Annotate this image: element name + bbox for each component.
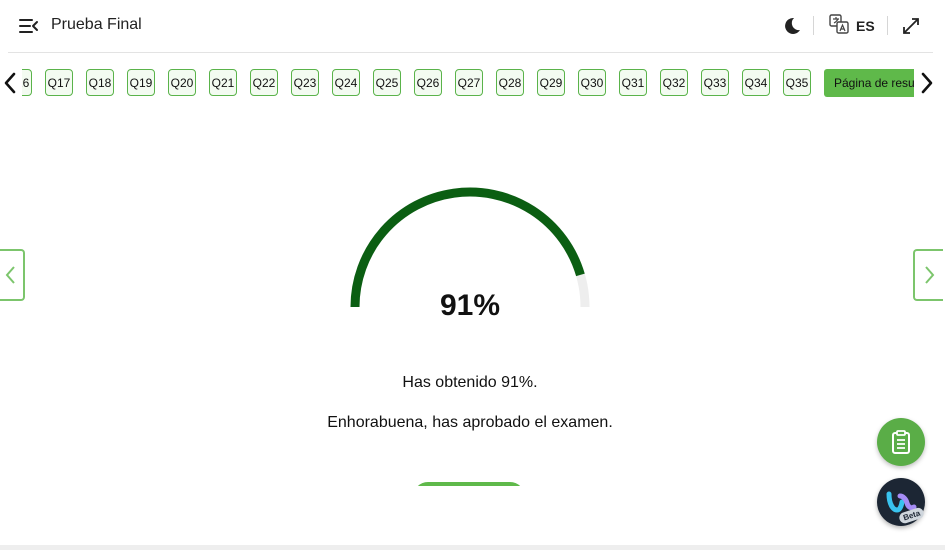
question-chip[interactable]: Q18 bbox=[86, 69, 114, 96]
menu-collapse-icon[interactable] bbox=[18, 14, 40, 38]
language-selector[interactable]: ES bbox=[828, 13, 875, 40]
score-message: Has obtenido 91%. bbox=[402, 374, 538, 391]
question-chip[interactable]: Q16 bbox=[22, 69, 32, 96]
expand-icon[interactable] bbox=[900, 15, 922, 37]
question-chip[interactable]: Q27 bbox=[455, 69, 483, 96]
question-chip[interactable]: Q33 bbox=[701, 69, 729, 96]
page-title: Prueba Final bbox=[51, 16, 142, 33]
question-chip[interactable]: Q32 bbox=[660, 69, 688, 96]
question-chip[interactable]: Q31 bbox=[619, 69, 647, 96]
chevron-right-icon bbox=[925, 266, 935, 284]
content-fade bbox=[400, 486, 540, 546]
question-chip[interactable]: Q24 bbox=[332, 69, 360, 96]
question-chip[interactable]: Q22 bbox=[250, 69, 278, 96]
top-header: Prueba Final ES bbox=[0, 0, 945, 52]
next-page-button[interactable] bbox=[913, 249, 943, 301]
question-nav-list: Q16 Q17 Q18 Q19 Q20 Q21 Q22 Q23 Q24 Q25 Q26 Q27 Q28 Q… bbox=[22, 69, 914, 97]
question-chip[interactable]: Q21 bbox=[209, 69, 237, 96]
qnav-prev-icon[interactable] bbox=[2, 70, 20, 96]
question-chip[interactable]: Q30 bbox=[578, 69, 606, 96]
question-chip[interactable]: Q34 bbox=[742, 69, 770, 96]
clipboard-button[interactable] bbox=[877, 418, 925, 466]
question-chip[interactable]: Q19 bbox=[127, 69, 155, 96]
header-separator bbox=[887, 16, 888, 35]
question-chip[interactable]: Q23 bbox=[291, 69, 319, 96]
question-chip[interactable]: Q26 bbox=[414, 69, 442, 96]
question-chip[interactable]: Q35 bbox=[783, 69, 811, 96]
question-chip[interactable]: Q25 bbox=[373, 69, 401, 96]
clipboard-icon bbox=[892, 430, 910, 454]
language-code: ES bbox=[856, 18, 875, 34]
assistant-button[interactable]: Beta bbox=[877, 478, 926, 526]
question-chip[interactable]: Q28 bbox=[496, 69, 524, 96]
header-separator bbox=[813, 16, 814, 35]
moon-icon[interactable] bbox=[780, 15, 802, 37]
bottom-border bbox=[0, 545, 945, 550]
pass-message: Enhorabuena, has aprobado el examen. bbox=[327, 414, 613, 431]
results-page-button[interactable]: Página de resultados bbox=[824, 69, 914, 97]
chevron-left-icon bbox=[5, 266, 15, 284]
question-chip[interactable]: Q29 bbox=[537, 69, 565, 96]
translate-icon bbox=[828, 13, 850, 40]
question-chip[interactable]: Q20 bbox=[168, 69, 196, 96]
prev-page-button[interactable] bbox=[0, 249, 25, 301]
header-divider bbox=[8, 52, 933, 53]
question-nav: Q16 Q17 Q18 Q19 Q20 Q21 Q22 Q23 Q24 Q25 Q26 Q27 Q28 Q… bbox=[22, 68, 914, 100]
qnav-next-icon[interactable] bbox=[917, 70, 935, 96]
question-chip[interactable]: Q17 bbox=[45, 69, 73, 96]
score-percent: 91% bbox=[439, 289, 501, 322]
